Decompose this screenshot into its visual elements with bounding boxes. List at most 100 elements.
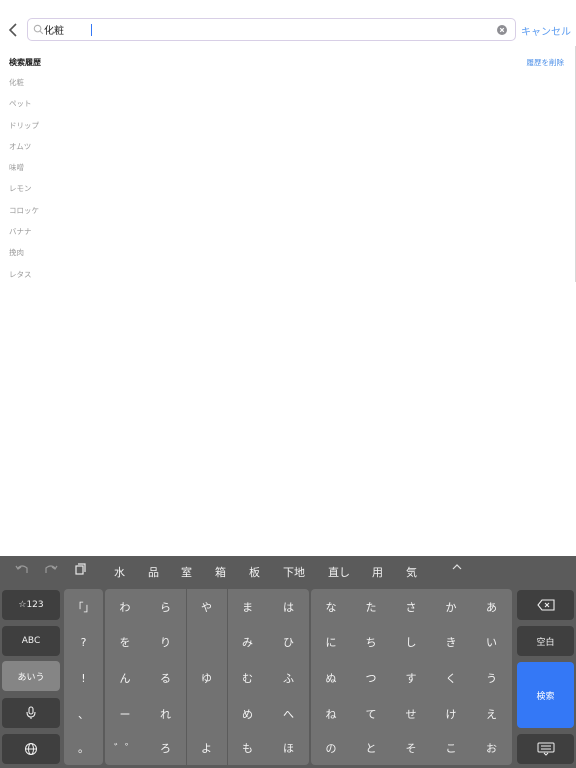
clear-history-button[interactable]: 履歴を削除 <box>527 57 565 68</box>
kana-key[interactable]: ゆ <box>186 660 227 696</box>
kana-key[interactable]: の <box>311 731 351 765</box>
candidate[interactable]: 箱 <box>215 564 226 580</box>
kana-key[interactable]: ふ <box>268 660 309 696</box>
candidate[interactable]: 室 <box>181 564 192 580</box>
search-input[interactable] <box>44 20 504 39</box>
candidate[interactable]: 板 <box>249 564 260 580</box>
expand-candidates-icon[interactable] <box>451 561 463 576</box>
kana-key[interactable]: み <box>227 624 268 660</box>
microphone-icon <box>26 706 36 719</box>
kana-key[interactable]: め <box>227 696 268 731</box>
cancel-button[interactable]: キャンセル <box>521 23 571 38</box>
kana-key[interactable]: よ <box>186 731 227 765</box>
microphone-key[interactable] <box>2 698 60 728</box>
search-icon <box>33 24 44 35</box>
kana-key[interactable]: わ <box>105 590 145 624</box>
kana-key[interactable]: せ <box>391 696 431 731</box>
history-item[interactable]: 挽肉 <box>9 248 39 269</box>
dismiss-keyboard-key[interactable] <box>517 734 574 764</box>
kana-key[interactable]: ち <box>351 624 391 660</box>
kana-key[interactable] <box>186 624 227 660</box>
kana-key[interactable]: 「」 <box>64 590 103 624</box>
abc-key[interactable]: ABC <box>2 626 60 656</box>
hiragana-key[interactable]: あいう <box>2 661 60 691</box>
kana-key[interactable]: ー <box>105 696 145 731</box>
candidate[interactable]: 用 <box>372 564 383 580</box>
history-item[interactable]: 味噌 <box>9 163 39 184</box>
kana-key[interactable]: ? <box>64 624 103 660</box>
kana-key[interactable]: た <box>351 590 391 624</box>
kana-key[interactable]: 、 <box>64 696 103 731</box>
kana-key[interactable]: さ <box>391 590 431 624</box>
kana-key[interactable]: え <box>471 696 512 731</box>
kana-key[interactable]: ま <box>227 590 268 624</box>
candidate[interactable]: 気 <box>406 564 417 580</box>
kana-key[interactable]: を <box>105 624 145 660</box>
kana-key[interactable]: 。 <box>64 731 103 765</box>
kana-key[interactable]: ほ <box>268 731 309 765</box>
kana-key[interactable]: あ <box>471 590 512 624</box>
kana-key[interactable]: く <box>431 660 471 696</box>
globe-icon <box>25 743 37 755</box>
candidate[interactable]: 品 <box>148 564 159 580</box>
kana-key[interactable]: や <box>186 590 227 624</box>
redo-icon[interactable] <box>44 563 58 578</box>
back-button[interactable] <box>6 20 20 40</box>
kana-key[interactable]: に <box>311 624 351 660</box>
kana-key[interactable]: へ <box>268 696 309 731</box>
kana-key[interactable]: け <box>431 696 471 731</box>
kana-key[interactable]: か <box>431 590 471 624</box>
kana-key[interactable]: こ <box>431 731 471 765</box>
history-list: 化粧 ペット ドリップ オムツ 味噌 レモン コロッケ バナナ 挽肉 レタス <box>9 78 39 291</box>
kana-key[interactable]: ! <box>64 660 103 696</box>
candidate[interactable]: 下地 <box>283 564 305 580</box>
backspace-key[interactable] <box>517 590 574 620</box>
space-key[interactable]: 空白 <box>517 626 574 656</box>
kana-key[interactable]: ひ <box>268 624 309 660</box>
candidate[interactable]: 水 <box>114 564 125 580</box>
kana-key[interactable]: い <box>471 624 512 660</box>
numbers-key[interactable]: ☆123 <box>2 590 60 620</box>
kana-key[interactable]: ん <box>105 660 145 696</box>
kana-key[interactable]: つ <box>351 660 391 696</box>
kana-key[interactable]: ゛゜ <box>105 731 145 765</box>
kana-key[interactable]: し <box>391 624 431 660</box>
backspace-icon <box>536 599 555 611</box>
kana-key[interactable]: な <box>311 590 351 624</box>
candidate[interactable]: 直し <box>328 564 350 580</box>
history-item[interactable]: バナナ <box>9 227 39 248</box>
history-item[interactable]: ペット <box>9 99 39 120</box>
globe-key[interactable] <box>2 734 60 764</box>
kana-key[interactable]: も <box>227 731 268 765</box>
history-title: 検索履歴 <box>9 58 41 67</box>
kana-key[interactable]: ぬ <box>311 660 351 696</box>
history-item[interactable]: レタス <box>9 270 39 291</box>
undo-icon[interactable] <box>15 563 29 578</box>
kana-key[interactable]: う <box>471 660 512 696</box>
kana-key[interactable]: り <box>145 624 186 660</box>
kana-key[interactable]: す <box>391 660 431 696</box>
chevron-left-icon <box>8 23 17 37</box>
history-item[interactable]: オムツ <box>9 142 39 163</box>
history-item[interactable]: コロッケ <box>9 206 39 227</box>
kana-key[interactable]: ろ <box>145 731 186 765</box>
clear-icon[interactable] <box>497 25 507 35</box>
history-item[interactable]: レモン <box>9 184 39 205</box>
kana-key[interactable]: そ <box>391 731 431 765</box>
history-item[interactable]: ドリップ <box>9 121 39 142</box>
kana-key[interactable]: ね <box>311 696 351 731</box>
kana-key[interactable] <box>186 696 227 731</box>
kana-key[interactable]: て <box>351 696 391 731</box>
kana-key[interactable]: む <box>227 660 268 696</box>
search-key[interactable]: 検索 <box>517 662 574 728</box>
kana-key[interactable]: ら <box>145 590 186 624</box>
kana-key[interactable]: お <box>471 731 512 765</box>
history-item[interactable]: 化粧 <box>9 78 39 99</box>
kana-key[interactable]: れ <box>145 696 186 731</box>
kana-key[interactable]: き <box>431 624 471 660</box>
kana-key[interactable]: る <box>145 660 186 696</box>
search-box[interactable] <box>27 18 516 41</box>
paste-icon[interactable] <box>75 563 87 578</box>
kana-key[interactable]: は <box>268 590 309 624</box>
kana-key[interactable]: と <box>351 731 391 765</box>
